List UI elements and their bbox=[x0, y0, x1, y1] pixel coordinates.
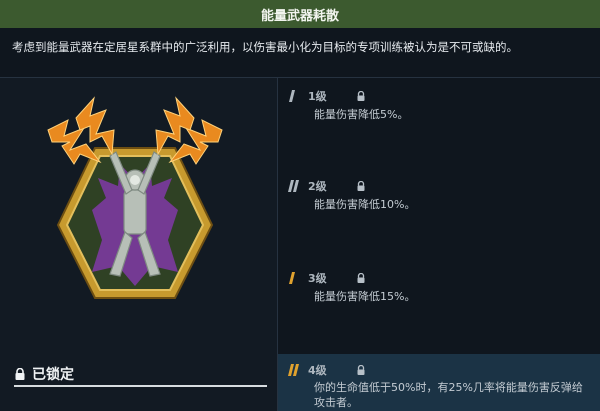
tier-3[interactable]: 3级 能量伤害降低15%。 bbox=[278, 262, 600, 312]
tier-2-lock-icon bbox=[357, 181, 365, 191]
page-title: 能量武器耗散 bbox=[260, 8, 339, 24]
tier-4-lock-icon bbox=[357, 365, 365, 375]
tier-3-effect: 能量伤害降低15%。 bbox=[314, 290, 416, 303]
tier-1[interactable]: 1级 能量伤害降低5%。 bbox=[278, 80, 600, 130]
perk-badge-image bbox=[47, 96, 223, 299]
title-bar: 能量武器耗散 bbox=[0, 0, 600, 28]
tier-1-lock-icon bbox=[357, 91, 365, 101]
tier-2-effect: 能量伤害降低10%。 bbox=[314, 198, 416, 211]
tier-1-rank-icon bbox=[289, 90, 295, 102]
lock-status-label: 已锁定 bbox=[32, 367, 74, 383]
tier-4[interactable]: 4级 你的生命值低于50%时，有25%几率将能量伤害反弹给攻击者。 bbox=[278, 354, 600, 411]
tier-2-rank-icon bbox=[288, 180, 299, 192]
tier-3-rank-icon bbox=[289, 272, 295, 284]
perk-description: 考虑到能量武器在定居星系群中的广泛利用，以伤害最小化为目标的专项训练被认为是不可… bbox=[0, 28, 600, 78]
perk-tiers-list: 1级 能量伤害降低5%。 2级 能量伤害降低10%。 3级 能量伤害降低15%。… bbox=[278, 78, 600, 411]
tier-4-rank-icon bbox=[288, 364, 299, 376]
lock-icon bbox=[15, 368, 25, 380]
tier-2-level: 2级 bbox=[308, 180, 327, 193]
tier-1-level: 1级 bbox=[308, 90, 327, 103]
tier-2[interactable]: 2级 能量伤害降低10%。 bbox=[278, 170, 600, 220]
tier-4-effect: 你的生命值低于50%时，有25%几率将能量伤害反弹给攻击者。 bbox=[314, 381, 583, 409]
status-underline bbox=[14, 385, 267, 387]
tier-3-level: 3级 bbox=[308, 272, 327, 285]
tier-4-level: 4级 bbox=[308, 364, 327, 377]
tier-3-lock-icon bbox=[357, 273, 365, 283]
lock-status: 已锁定 bbox=[14, 362, 267, 386]
tier-1-effect: 能量伤害降低5%。 bbox=[314, 108, 409, 121]
perk-badge-panel: 已锁定 bbox=[0, 78, 278, 411]
